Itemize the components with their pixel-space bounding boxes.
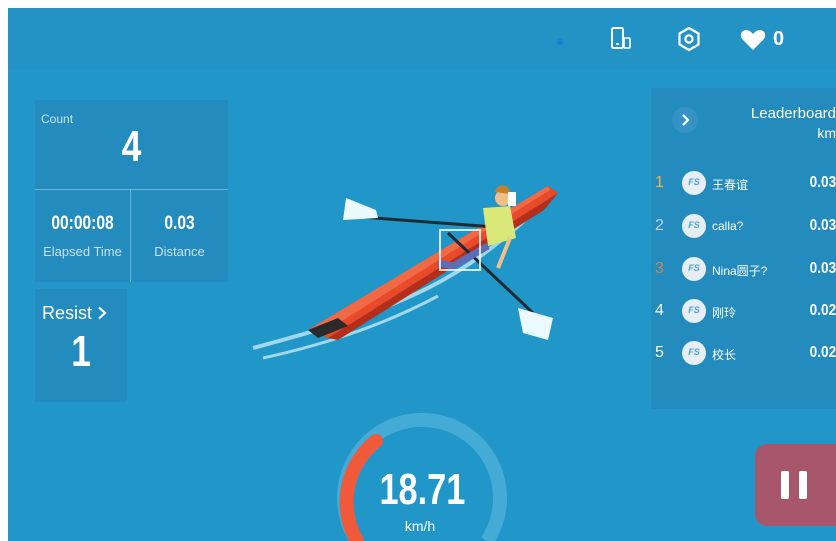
- chevron-right-icon: [682, 114, 690, 126]
- divider: [35, 189, 228, 190]
- elapsed-time-label: Elapsed Time: [43, 244, 122, 259]
- player-name: 刚玲: [712, 306, 737, 320]
- resist-value: 1: [71, 327, 91, 376]
- distance-value: 0.03: [164, 213, 195, 234]
- heart-icon[interactable]: [740, 29, 766, 56]
- avatar-logo-text: FS: [688, 263, 700, 273]
- avatar: FS: [682, 171, 706, 195]
- workout-screen: 0 Count 4 00:00:08 Elapsed Time 0.03 Dis…: [8, 8, 836, 541]
- count-value: 4: [121, 122, 142, 171]
- stats-panel: Count 4 00:00:08 Elapsed Time 0.03 Dista…: [35, 100, 228, 282]
- leaderboard-row: 5 FS 校长 0.02: [651, 339, 836, 369]
- distance-label: Distance: [154, 244, 205, 259]
- player-distance: 0.03: [809, 217, 836, 234]
- avatar: FS: [682, 214, 706, 238]
- rank-number: 3: [655, 260, 664, 277]
- leaderboard-row: 4 FS 刚玲 0.02: [651, 297, 836, 327]
- rowing-boat-illustration: [252, 185, 558, 360]
- player-distance: 0.03: [809, 174, 836, 191]
- avatar-logo-text: FS: [688, 177, 700, 187]
- speed-unit: km/h: [404, 518, 436, 534]
- rank-number: 2: [655, 217, 664, 234]
- leaderboard-row: 3 FS Nina圆子? 0.03: [651, 255, 836, 285]
- divider: [130, 189, 131, 282]
- pause-icon: [799, 471, 807, 499]
- leaderboard-row: 1 FS 王春谊 0.03: [651, 169, 836, 199]
- player-name: 王春谊: [712, 178, 749, 192]
- player-distance: 0.03: [809, 260, 836, 277]
- top-bar: 0: [8, 8, 836, 70]
- leaderboard-row: 2 FS calla? 0.03: [651, 212, 836, 242]
- player-distance: 0.02: [809, 344, 836, 361]
- avatar: FS: [682, 341, 706, 365]
- avatar: FS: [682, 299, 706, 323]
- player-name: calla?: [712, 219, 744, 233]
- elapsed-time-value: 00:00:08: [51, 213, 114, 234]
- pause-icon: [781, 471, 789, 499]
- like-count: 0: [773, 28, 785, 50]
- phone-mirror-icon[interactable]: [608, 26, 634, 57]
- chevron-right-icon: [98, 306, 107, 320]
- avatar-logo-text: FS: [688, 305, 700, 315]
- rank-number: 1: [655, 174, 664, 191]
- rank-number: 5: [655, 344, 664, 361]
- pause-button[interactable]: [755, 444, 836, 526]
- resist-panel[interactable]: Resist 1: [35, 289, 127, 402]
- resist-label: Resist: [42, 303, 93, 323]
- speed-value: 18.71: [379, 465, 466, 514]
- leaderboard-unit: km: [817, 125, 836, 141]
- leaderboard-panel: Leaderboard km 1 FS 王春谊 0.03 2 FS calla?…: [651, 88, 836, 409]
- avatar-logo-text: FS: [688, 347, 700, 357]
- leaderboard-title: Leaderboard: [750, 105, 836, 122]
- leaderboard-toggle-button[interactable]: [672, 107, 698, 133]
- bluetooth-status-dot: [557, 39, 563, 45]
- player-name: 校长: [712, 348, 737, 362]
- player-name: Nina圆子?: [712, 264, 768, 278]
- avatar: FS: [682, 257, 706, 281]
- resist-button[interactable]: Resist: [42, 303, 107, 324]
- settings-icon[interactable]: [676, 26, 702, 57]
- rank-number: 4: [655, 302, 664, 319]
- player-distance: 0.02: [809, 302, 836, 319]
- avatar-logo-text: FS: [688, 220, 700, 230]
